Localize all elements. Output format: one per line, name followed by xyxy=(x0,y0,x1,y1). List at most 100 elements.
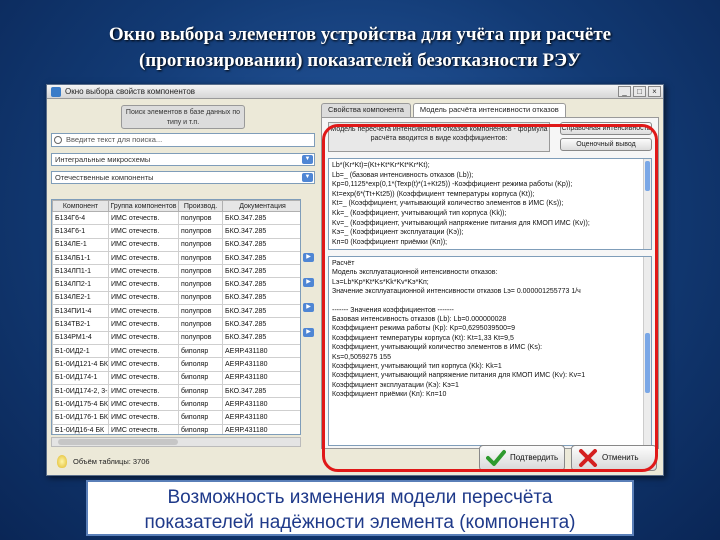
table-cell: БКО.347.285 xyxy=(222,250,300,266)
calculation-output: Расчёт Модель эксплуатационной интенсивно… xyxy=(328,256,652,446)
calc-line: Базовая интенсивность отказов (Lb): Lb=0… xyxy=(332,316,507,324)
table-cell: полупров xyxy=(178,264,223,279)
col-header-maker[interactable]: Производ. xyxy=(178,200,223,212)
table-row[interactable]: Б134ЛЕ2-1 ИМС отечеств. полупров БКО.347.28… xyxy=(52,290,300,306)
calc-line: Коэффициент режима работы (Kp): Kp=0,629… xyxy=(332,325,515,333)
close-button[interactable]: × xyxy=(648,86,661,97)
table-row[interactable]: Б134Г6-1 ИМС отечеств. полупров БКО.347.285 xyxy=(52,224,300,239)
cancel-button[interactable]: Отменить xyxy=(571,445,657,471)
table-row[interactable]: Б1-0ИД176-1 БК ИМС отечеств. биполяр АЕЯР.4… xyxy=(52,410,300,425)
table-cell: ИМС отечеств. xyxy=(108,357,179,372)
calc-line xyxy=(332,297,641,306)
calc-line: Значение эксплуатационной интенсивности … xyxy=(332,288,581,296)
tab-content: Модель пересчёта интенсивности отказов к… xyxy=(321,117,659,449)
table-cell: БКО.347.285 xyxy=(222,224,300,239)
app-icon xyxy=(51,87,61,97)
calc-line: Расчёт xyxy=(332,260,355,267)
table-cell: ИМС отечеств. xyxy=(108,250,179,266)
right-panel: Свойства компонента Модель расчёта интен… xyxy=(321,103,659,449)
table-row[interactable]: Б1-0ИД2-1 ИМС отечеств. биполяр АЕЯР.431180 xyxy=(52,343,300,359)
calc-line: Коэффициент, учитывающий количество элем… xyxy=(332,344,543,352)
formula-line: Kv=_ (Коэффициент, учитывающий напряжени… xyxy=(332,219,590,227)
add-row-icon[interactable]: ▶ xyxy=(303,328,314,337)
table-cell: Б134РМ1-4 xyxy=(52,330,109,345)
table-row[interactable]: Б134ПИ1-4 ИМС отечеств. полупров БКО.347.28… xyxy=(52,304,300,319)
table-row[interactable]: Б134ЛП2-1 ИМС отечеств. полупров БКО.347.28… xyxy=(52,277,300,292)
chevron-down-icon[interactable]: ▼ xyxy=(302,155,313,164)
formula-editor[interactable]: Lb*(Kr*Kt)=(Kt+Kt*Kr*Kt*Kr*Kt); Lb=_ (баз… xyxy=(328,158,652,250)
table-cell: Б134ЛП2-1 xyxy=(52,277,109,292)
table-row[interactable]: Б1-0ИД175-4 БК ИМС отечеств. биполяр АЕЯР.4… xyxy=(52,397,300,412)
reference-rate-button[interactable]: Справочная интенсивность xyxy=(560,122,652,135)
maximize-button[interactable]: □ xyxy=(633,86,646,97)
calc-line: Lэ=Lb*Kp*Kt*Ks*Kk*Kv*Kэ*Kп; xyxy=(332,278,429,286)
table-cell: полупров xyxy=(178,237,223,252)
estimate-button[interactable]: Оценочный вывод xyxy=(560,138,652,151)
table-row[interactable]: Б134ЛЕ-1 ИМС отечеств. полупров БКО.347.285 xyxy=(52,237,300,252)
search-icon xyxy=(54,136,62,144)
group-filter-select[interactable]: Интегральные микросхемы ▼ xyxy=(51,153,315,166)
table-cell: ИМС отечеств. xyxy=(108,290,179,306)
table-row[interactable]: Б134ЛБ1-1 ИМС отечеств. полупров БКО.347.28… xyxy=(52,250,300,266)
table-cell: биполяр xyxy=(178,370,223,385)
add-row-icon[interactable]: ▶ xyxy=(303,303,314,312)
table-cell: Б1-0ИД174-2, 3-2 xyxy=(52,383,109,399)
table-cell: АЕЯР.431180 xyxy=(222,343,300,359)
chevron-down-icon[interactable]: ▼ xyxy=(302,173,313,182)
tab-failure-model[interactable]: Модель расчёта интенсивности отказов xyxy=(412,103,566,117)
calc-scrollbar[interactable] xyxy=(643,257,651,445)
tab-properties[interactable]: Свойства компонента xyxy=(321,103,411,117)
table-cell: полупров xyxy=(178,304,223,319)
table-row[interactable]: Б1-0ИД121-4 БК ИМС отечеств. биполяр АЕЯР.4… xyxy=(52,357,300,372)
caption-line2: показателей надёжности элемента (компоне… xyxy=(144,512,576,533)
table-cell: БКО.347.285 xyxy=(222,264,300,279)
table-cell: БКО.347.285 xyxy=(222,290,300,306)
table-row[interactable]: Б134ТВ2-1 ИМС отечеств. полупров БКО.347.28… xyxy=(52,317,300,332)
col-header-group[interactable]: Группа компонентов xyxy=(108,200,179,212)
confirm-button[interactable]: Подтвердить xyxy=(479,445,565,471)
origin-filter-select[interactable]: Отечественные компоненты ▼ xyxy=(51,171,315,184)
scrollbar-thumb[interactable] xyxy=(58,439,178,445)
minimize-button[interactable]: _ xyxy=(618,86,631,97)
formula-line: Kt=_ (Коэффициент, учитывающий количеств… xyxy=(332,200,564,208)
table-cell: Б1-0ИД175-4 БК xyxy=(52,397,109,412)
table-cell: Б134ЛП1-1 xyxy=(52,264,109,279)
formula-scrollbar[interactable] xyxy=(643,159,651,249)
table-cell: АЕЯР.431180 xyxy=(222,410,300,425)
table-cell: полупров xyxy=(178,330,223,345)
components-table: Компонент Группа компонентов Производ. Д… xyxy=(51,199,301,435)
table-row[interactable]: Б1-0ИД174-1 ИМС отечеств. биполяр АЕЯР.4311… xyxy=(52,370,300,385)
table-horizontal-scrollbar[interactable] xyxy=(51,437,301,447)
table-row[interactable]: Б1-0ИД174-2, 3-2 ИМС отечеств. биполяр БКО.… xyxy=(52,383,300,399)
table-row[interactable]: Б134Г6-4 ИМС отечеств. полупров БКО.347.285 xyxy=(52,210,300,226)
table-cell: БКО.347.285 xyxy=(222,317,300,332)
table-cell: Б1-0ИД176-1 БК xyxy=(52,410,109,425)
scrollbar-thumb[interactable] xyxy=(645,161,650,191)
formula-line: Kп=0 (Коэффициент приёмки (Kп)); xyxy=(332,238,448,246)
add-row-icon[interactable]: ▶ xyxy=(303,253,314,262)
search-input[interactable]: Введите текст для поиска... xyxy=(51,133,315,147)
table-cell: биполяр xyxy=(178,357,223,372)
table-cell: Б134ЛЕ-1 xyxy=(52,237,109,252)
row-add-buttons: ▶ ▶ ▶ ▶ xyxy=(303,253,315,353)
table-cell: биполяр xyxy=(178,397,223,412)
table-cell: биполяр xyxy=(178,410,223,425)
formula-line: Kэ=_ (Коэффициент эксплуатации (Kэ)); xyxy=(332,229,464,237)
add-row-icon[interactable]: ▶ xyxy=(303,278,314,287)
table-row[interactable]: Б1-0ИД16-4 БК ИМС отечеств. биполяр АЕЯР.43… xyxy=(52,423,300,434)
formula-line: Lb=_ (базовая интенсивность отказов (Lb)… xyxy=(332,171,474,179)
window-title: Окно выбора свойств компонентов xyxy=(65,87,196,96)
col-header-docs[interactable]: Документация xyxy=(222,200,300,212)
table-cell: биполяр xyxy=(178,343,223,359)
calc-line: Модель эксплуатационной интенсивности от… xyxy=(332,269,498,277)
table-cell: полупров xyxy=(178,317,223,332)
scrollbar-thumb[interactable] xyxy=(645,333,650,393)
table-cell: АЕЯР.431180 xyxy=(222,423,300,434)
table-row[interactable]: Б134ЛП1-1 ИМС отечеств. полупров БКО.347.28… xyxy=(52,264,300,279)
table-row[interactable]: Б134РМ1-4 ИМС отечеств. полупров БКО.347.28… xyxy=(52,330,300,345)
model-description: Модель пересчёта интенсивности отказов к… xyxy=(328,122,550,152)
table-cell: Б134Г6-4 xyxy=(52,210,109,226)
table-cell: ИМС отечеств. xyxy=(108,224,179,239)
table-cell: Б134ПИ1-4 xyxy=(52,304,109,319)
col-header-component[interactable]: Компонент xyxy=(52,200,109,212)
